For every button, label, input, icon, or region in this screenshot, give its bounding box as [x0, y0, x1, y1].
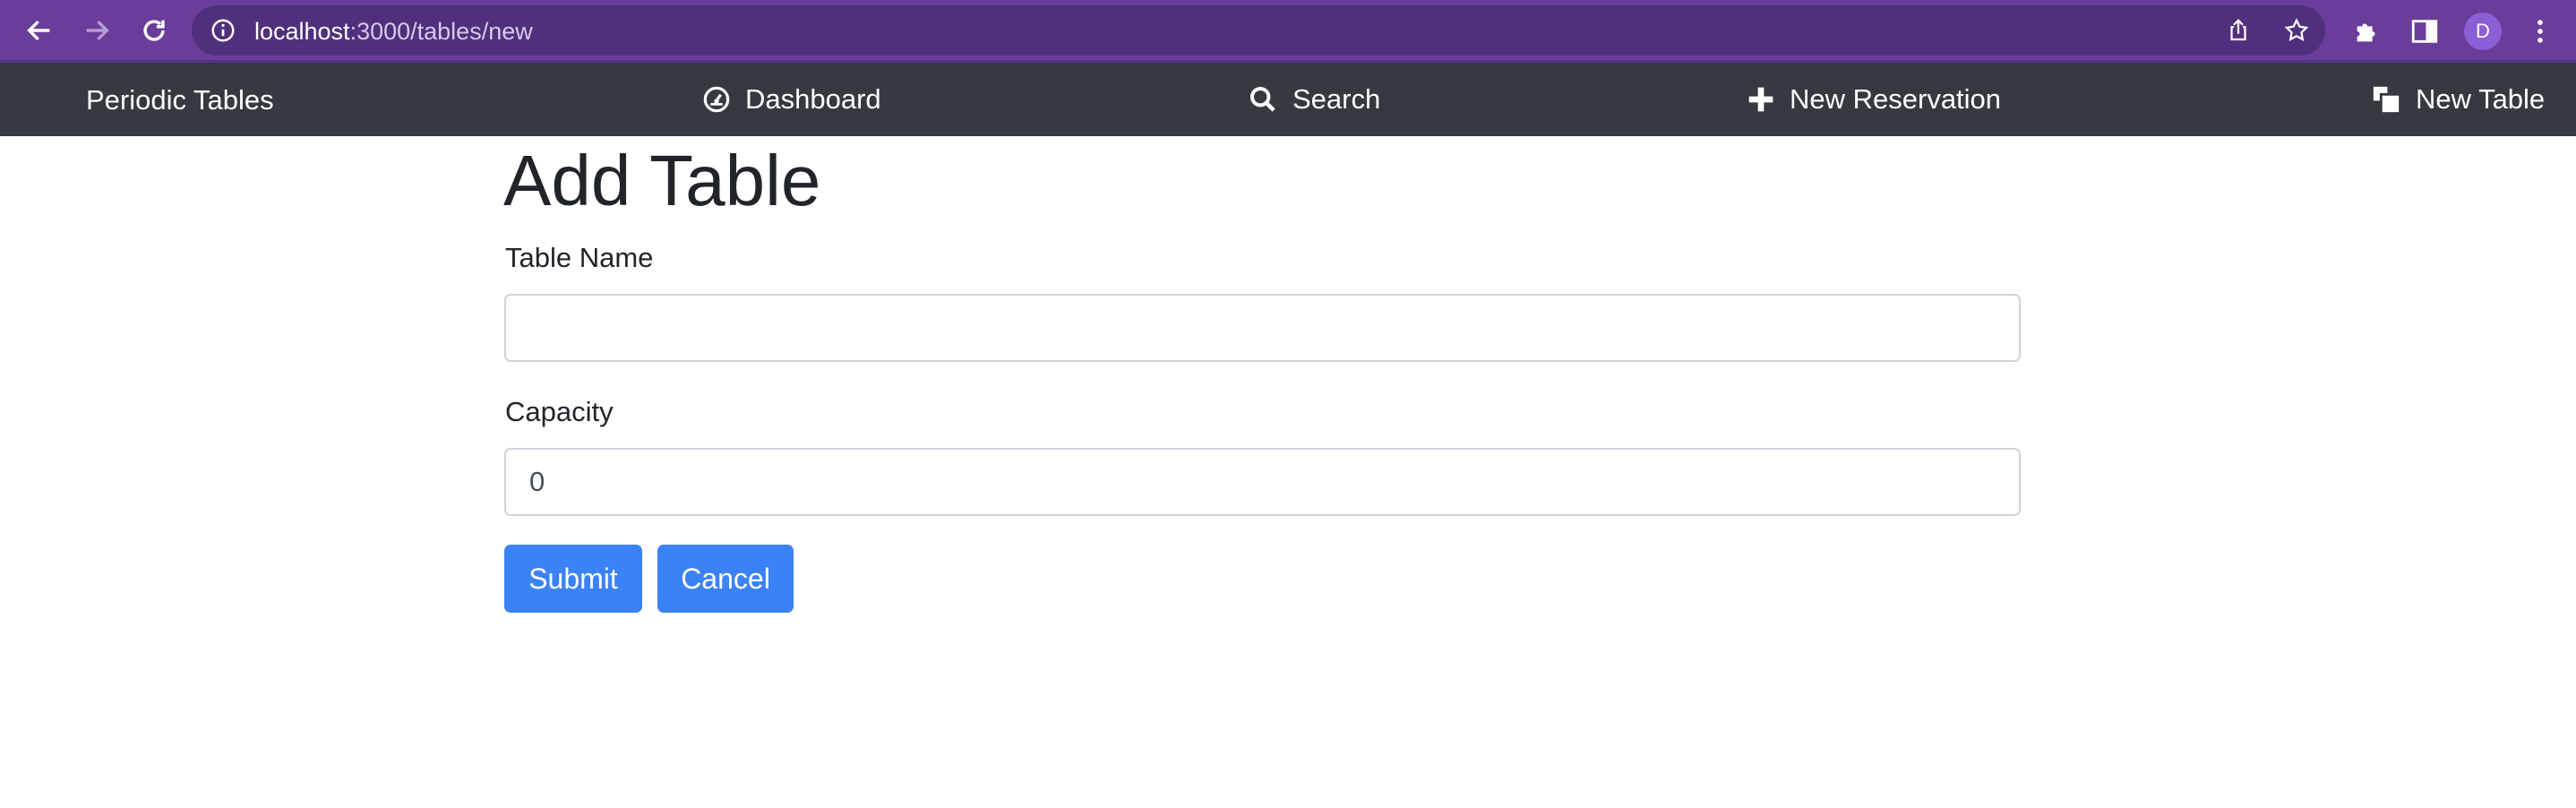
page-title: Add Table [503, 141, 821, 220]
url-text[interactable]: localhost:3000/tables/new [254, 18, 533, 46]
brand-link[interactable]: Periodic Tables [86, 84, 274, 116]
kebab-menu-icon[interactable] [2525, 16, 2555, 47]
search-icon [1249, 86, 1275, 112]
nav-link-dashboard[interactable]: Dashboard [702, 81, 881, 118]
nav-link-new-reservation[interactable]: New Reservation [1747, 81, 2001, 118]
nav-link-label: New Reservation [1790, 83, 2002, 115]
profile-avatar[interactable]: D [2464, 13, 2502, 50]
url-path: :3000/tables/new [349, 18, 533, 45]
reload-button[interactable] [134, 11, 174, 50]
plus-icon [1748, 87, 1773, 112]
nav-link-new-table[interactable]: New Table [2371, 81, 2545, 118]
cancel-button[interactable]: Cancel [657, 545, 794, 613]
nav-link-label: Dashboard [745, 83, 881, 115]
browser-toolbar: localhost:3000/tables/new D [0, 0, 2576, 63]
back-button[interactable] [20, 11, 59, 50]
forward-button[interactable] [77, 11, 116, 50]
nav-link-search[interactable]: Search [1248, 81, 1380, 118]
table-name-label: Table Name [505, 242, 654, 273]
dashboard-gauge-icon [703, 86, 730, 113]
info-icon[interactable] [210, 17, 236, 44]
nav-link-label: Search [1292, 83, 1381, 115]
star-icon[interactable] [2283, 17, 2310, 44]
arrow-right-icon [86, 20, 109, 41]
share-icon[interactable] [2225, 17, 2252, 44]
reload-icon [143, 20, 165, 41]
side-panel-icon[interactable] [2409, 16, 2440, 47]
table-name-input[interactable] [504, 294, 2021, 362]
capacity-label: Capacity [505, 396, 614, 427]
capacity-input[interactable] [504, 448, 2021, 516]
url-host: localhost [254, 18, 350, 45]
app-navbar: Periodic Tables Dashboard Search New Res… [0, 63, 2576, 136]
layers-icon [2373, 86, 2400, 113]
nav-link-label: New Table [2416, 83, 2546, 115]
puzzle-icon[interactable] [2352, 16, 2383, 47]
arrow-left-icon [27, 20, 50, 41]
submit-button[interactable]: Submit [504, 545, 642, 613]
address-bar[interactable]: localhost:3000/tables/new [192, 5, 2325, 56]
